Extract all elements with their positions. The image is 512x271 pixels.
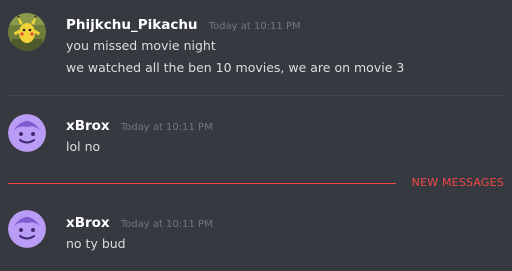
message-text: lol no — [66, 139, 101, 154]
pikachu-avatar-image — [8, 13, 46, 51]
username[interactable]: xBrox — [66, 118, 110, 134]
timestamp: Today at 10:11 PM — [120, 122, 213, 133]
timestamp: Today at 10:11 PM — [208, 21, 301, 32]
timestamp: Today at 10:11 PM — [120, 219, 213, 230]
username[interactable]: Phijkchu_Pikachu — [66, 17, 198, 33]
purple-smile-avatar-image — [8, 114, 46, 152]
message-text: you missed movie night — [66, 38, 216, 53]
purple-smile-avatar[interactable] — [8, 114, 46, 152]
message-header: xBrox Today at 10:11 PM — [66, 115, 213, 134]
message-header: xBrox Today at 10:11 PM — [66, 212, 213, 231]
message-text: we watched all the ben 10 movies, we are… — [66, 60, 405, 75]
message-header: Phijkchu_Pikachu Today at 10:11 PM — [66, 14, 301, 33]
message-divider — [8, 95, 504, 96]
new-messages-divider — [8, 183, 396, 184]
purple-smile-avatar-image — [8, 210, 46, 248]
username[interactable]: xBrox — [66, 215, 110, 231]
pikachu-avatar[interactable] — [8, 13, 46, 51]
purple-smile-avatar[interactable] — [8, 210, 46, 248]
message-text: no ty bud — [66, 236, 126, 251]
new-messages-label: NEW MESSAGES — [411, 176, 504, 189]
chat-message-list[interactable]: Phijkchu_Pikachu Today at 10:11 PM you m… — [0, 0, 512, 271]
